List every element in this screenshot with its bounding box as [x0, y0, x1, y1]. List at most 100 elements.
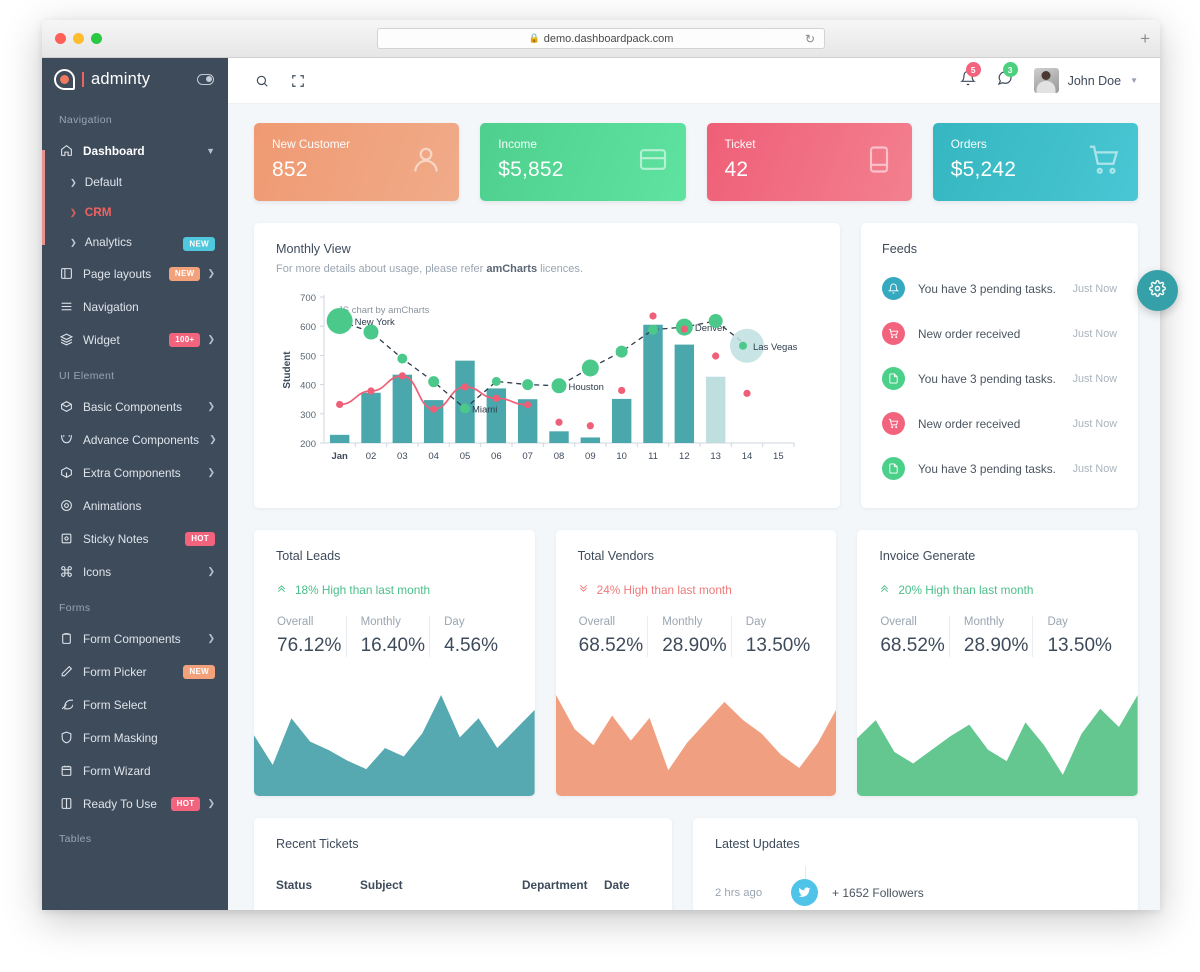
svg-text:Las Vegas: Las Vegas — [753, 342, 798, 353]
sidebar-item-label: Advance Components — [83, 433, 199, 447]
subtitle-pre: For more details about usage, please ref… — [276, 263, 486, 275]
svg-text:700: 700 — [300, 293, 316, 304]
stat-card-income[interactable]: Income $5,852 — [480, 123, 685, 201]
pen-icon — [59, 665, 73, 678]
sidebar-collapse-toggle[interactable] — [197, 74, 214, 85]
cart-icon — [1087, 143, 1121, 182]
sidebar-item-form-masking[interactable]: Form Masking — [42, 721, 228, 754]
svg-text:04: 04 — [428, 451, 439, 462]
brand-logo[interactable]: adminty — [42, 58, 228, 100]
book-icon — [59, 797, 73, 810]
sidebar: adminty Navigation Dashboard ▼ ❯ Default… — [42, 58, 228, 910]
sidebar-item-navigation[interactable]: Navigation — [42, 290, 228, 323]
sidebar-item-advance-components[interactable]: Advance Components ❯ — [42, 423, 228, 456]
trend-text: 18% High than last month — [295, 583, 430, 597]
reload-icon[interactable]: ↻ — [805, 32, 815, 46]
file-icon — [882, 457, 905, 480]
window-traffic-lights[interactable] — [55, 33, 102, 44]
new-tab-button[interactable]: + — [1140, 29, 1150, 49]
sidebar-caption-forms: Forms — [42, 588, 228, 622]
metric-label: Monthly — [662, 616, 731, 628]
metric-col-day: Day 13.50% — [1032, 616, 1116, 657]
list-item[interactable]: You have 3 pending tasks. Just Now — [882, 356, 1117, 401]
stat-card-new-customer[interactable]: New Customer 852 — [254, 123, 459, 201]
sidebar-item-form-picker[interactable]: Form Picker NEW — [42, 655, 228, 688]
sidebar-item-form-wizard[interactable]: Form Wizard — [42, 754, 228, 787]
notifications-button[interactable]: 5 — [960, 70, 976, 91]
bell-icon — [882, 277, 905, 300]
gear-icon — [1149, 280, 1166, 302]
metric-columns: Overall 76.12% Monthly 16.40% Day 4.56% — [276, 616, 513, 657]
sidebar-item-label: Form Wizard — [83, 764, 151, 778]
search-icon[interactable] — [255, 74, 269, 88]
sidebar-item-animations[interactable]: Animations — [42, 489, 228, 522]
svg-text:13: 13 — [710, 451, 721, 462]
stat-card-orders[interactable]: Orders $5,242 — [933, 123, 1138, 201]
sidebar-item-page-layouts[interactable]: Page layouts NEW ❯ — [42, 257, 228, 290]
list-item[interactable]: You have 3 pending tasks. Just Now — [882, 266, 1117, 311]
svg-text:08: 08 — [554, 451, 565, 462]
address-bar-url: demo.dashboardpack.com — [544, 33, 674, 45]
status-badge: 100+ — [169, 333, 200, 347]
sidebar-item-dashboard[interactable]: Dashboard ▼ — [42, 134, 228, 167]
sidebar-caption-navigation: Navigation — [42, 100, 228, 134]
metric-value: 4.56% — [444, 635, 513, 657]
address-bar[interactable]: 🔒 demo.dashboardpack.com ↻ — [377, 28, 825, 49]
metric-value: 76.12% — [277, 635, 346, 657]
list-item[interactable]: New order received Just Now — [882, 401, 1117, 446]
trend-text: 24% High than last month — [597, 583, 732, 597]
monthly-view-chart[interactable]: 200300400500600700StudentJS chart by amC… — [276, 281, 818, 481]
sidebar-item-extra-components[interactable]: Extra Components ❯ — [42, 456, 228, 489]
minimize-window-button[interactable] — [73, 33, 84, 44]
feed-text: New order received — [918, 417, 1020, 431]
sidebar-item-sticky-notes[interactable]: Sticky Notes HOT — [42, 522, 228, 555]
notifications-count-badge: 5 — [966, 62, 981, 77]
update-text: + 1652 Followers — [832, 886, 924, 900]
sidebar-item-ready-to-use[interactable]: Ready To Use HOT ❯ — [42, 787, 228, 820]
feed-text: New order received — [918, 327, 1020, 341]
stat-card-ticket[interactable]: Ticket 42 — [707, 123, 912, 201]
sidebar-item-default[interactable]: ❯ Default — [42, 167, 228, 197]
chevrons-up-icon — [879, 583, 890, 597]
sidebar-item-label: Widget — [83, 333, 120, 347]
svg-text:Houston: Houston — [569, 382, 604, 393]
monthly-chart-svg: 200300400500600700StudentJS chart by amC… — [276, 281, 804, 477]
svg-text:10: 10 — [616, 451, 627, 462]
sidebar-item-icons[interactable]: Icons ❯ — [42, 555, 228, 588]
sidebar-item-label: Form Select — [83, 698, 147, 712]
list-item[interactable]: You have 3 pending tasks. Just Now — [882, 446, 1117, 491]
feather-icon — [59, 698, 73, 711]
svg-text:15: 15 — [773, 451, 784, 462]
subtitle-post: licences. — [537, 263, 583, 275]
feeds-list: You have 3 pending tasks. Just Now New o… — [882, 266, 1117, 491]
list-item[interactable]: 2 hrs ago + 1652 Followers — [715, 879, 1116, 906]
menu-icon — [59, 300, 73, 313]
sparkline-chart — [254, 681, 535, 796]
maximize-window-button[interactable] — [91, 33, 102, 44]
user-icon — [410, 144, 442, 181]
status-badge: HOT — [171, 797, 201, 811]
metric-card-total-vendors: Total Vendors 24% High than last month O… — [556, 530, 837, 796]
messages-button[interactable]: 3 — [997, 70, 1013, 91]
feed-text: You have 3 pending tasks. — [918, 282, 1056, 296]
sidebar-item-analytics[interactable]: ❯ Analytics NEW — [42, 227, 228, 257]
sidebar-item-basic-components[interactable]: Basic Components ❯ — [42, 390, 228, 423]
cart-icon — [882, 412, 905, 435]
column-header-department: Department — [522, 878, 604, 892]
settings-fab-button[interactable] — [1137, 270, 1178, 311]
sidebar-item-form-select[interactable]: Form Select — [42, 688, 228, 721]
lock-icon: 🔒 — [529, 33, 540, 44]
trend-indicator: 24% High than last month — [578, 583, 815, 597]
user-menu[interactable]: John Doe ▼ — [1034, 68, 1138, 93]
close-window-button[interactable] — [55, 33, 66, 44]
sidebar-item-widget[interactable]: Widget 100+ ❯ — [42, 323, 228, 356]
advance-icon — [59, 433, 73, 446]
sidebar-item-form-components[interactable]: Form Components ❯ — [42, 622, 228, 655]
svg-text:05: 05 — [460, 451, 471, 462]
sticky-icon — [59, 532, 73, 545]
sidebar-item-label: Animations — [83, 499, 141, 513]
fullscreen-icon[interactable] — [291, 74, 305, 88]
metric-label: Overall — [579, 616, 648, 628]
sidebar-item-crm[interactable]: ❯ CRM — [42, 197, 228, 227]
list-item[interactable]: New order received Just Now — [882, 311, 1117, 356]
